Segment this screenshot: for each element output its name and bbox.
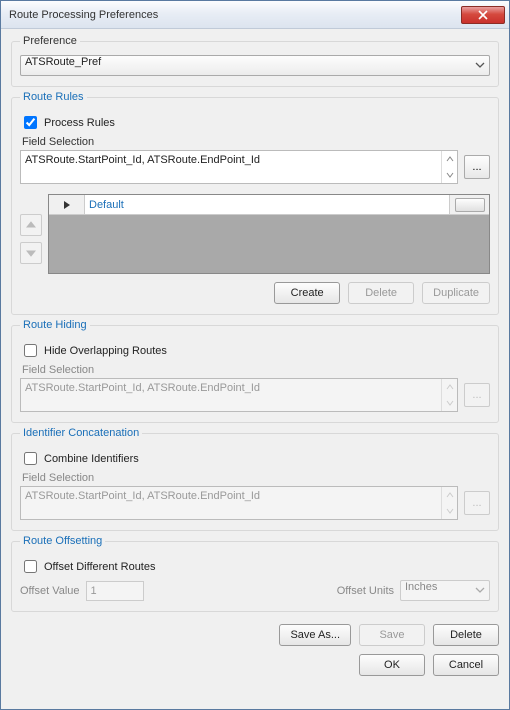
preference-legend: Preference [20, 35, 80, 47]
route-offsetting-group: Route Offsetting Offset Different Routes… [11, 535, 499, 612]
rr-field-selection-label: Field Selection [22, 136, 490, 148]
route-hiding-group: Route Hiding Hide Overlapping Routes Fie… [11, 319, 499, 423]
ic-browse-button: ... [464, 491, 490, 515]
close-icon [478, 10, 488, 20]
rr-browse-button[interactable]: ... [464, 155, 490, 179]
ellipsis-icon: ... [472, 161, 481, 173]
offset-diff-row: Offset Different Routes [20, 557, 490, 576]
ic-spin-down [442, 503, 457, 519]
rules-grid[interactable]: Default [48, 194, 490, 274]
rh-spin-down [442, 395, 457, 411]
rr-field-selection-text: ATSRoute.StartPoint_Id, ATSRoute.EndPoin… [21, 151, 441, 183]
cancel-button[interactable]: Cancel [433, 654, 499, 676]
move-up-button[interactable] [20, 214, 42, 236]
process-rules-row: Process Rules [20, 113, 490, 132]
rh-field-selection-label: Field Selection [22, 364, 490, 376]
ellipsis-icon: ... [472, 389, 481, 401]
ic-field-selection-input: ATSRoute.StartPoint_Id, ATSRoute.EndPoin… [20, 486, 458, 520]
route-offsetting-legend: Route Offsetting [20, 535, 105, 547]
rh-browse-button: ... [464, 383, 490, 407]
close-button[interactable] [461, 6, 505, 24]
rh-field-selection-input: ATSRoute.StartPoint_Id, ATSRoute.EndPoin… [20, 378, 458, 412]
rule-mini-button[interactable] [455, 198, 485, 212]
hide-overlap-checkbox[interactable] [24, 344, 37, 357]
duplicate-button[interactable]: Duplicate [422, 282, 490, 304]
combine-label: Combine Identifiers [44, 453, 139, 465]
process-rules-checkbox[interactable] [24, 116, 37, 129]
move-down-button[interactable] [20, 242, 42, 264]
table-row[interactable]: Default [49, 195, 489, 215]
route-hiding-legend: Route Hiding [20, 319, 90, 331]
rr-spin-up[interactable] [442, 151, 457, 167]
delete-rule-button[interactable]: Delete [348, 282, 414, 304]
offset-units-label: Offset Units [337, 585, 394, 597]
hide-overlap-label: Hide Overlapping Routes [44, 345, 167, 357]
save-button-row: Save As... Save Delete [11, 624, 499, 646]
offset-values-row: Offset Value Offset Units Inches [20, 580, 490, 601]
rr-button-row: Create Delete Duplicate [20, 282, 490, 304]
rh-spin-up [442, 379, 457, 395]
rr-field-selection-row: ATSRoute.StartPoint_Id, ATSRoute.EndPoin… [20, 150, 490, 184]
hide-overlap-row: Hide Overlapping Routes [20, 341, 490, 360]
preference-group: Preference ATSRoute_Pref [11, 35, 499, 87]
rr-spin [441, 151, 457, 183]
identifier-concat-group: Identifier Concatenation Combine Identif… [11, 427, 499, 531]
ic-spin-up [442, 487, 457, 503]
content-area: Preference ATSRoute_Pref Route Rules Pro… [1, 29, 509, 709]
offset-units-combo: Inches [400, 580, 490, 601]
ok-button[interactable]: OK [359, 654, 425, 676]
ic-field-selection-label: Field Selection [22, 472, 490, 484]
rr-spin-down[interactable] [442, 167, 457, 183]
ic-spin [441, 487, 457, 519]
route-rules-legend: Route Rules [20, 91, 87, 103]
identifier-concat-legend: Identifier Concatenation [20, 427, 142, 439]
rule-name-cell[interactable]: Default [85, 195, 449, 215]
preference-combo[interactable]: ATSRoute_Pref [20, 55, 490, 76]
create-button[interactable]: Create [274, 282, 340, 304]
offset-units-value: Inches [400, 580, 490, 601]
process-rules-label: Process Rules [44, 117, 115, 129]
offset-value-label: Offset Value [20, 585, 80, 597]
preference-value: ATSRoute_Pref [20, 55, 490, 76]
delete-pref-button[interactable]: Delete [433, 624, 499, 646]
rules-grid-area: Default [20, 194, 490, 274]
offset-diff-label: Offset Different Routes [44, 561, 155, 573]
offset-value-input [86, 581, 144, 601]
save-button[interactable]: Save [359, 624, 425, 646]
row-pointer-icon [63, 200, 71, 210]
dialog-button-row: OK Cancel [11, 654, 499, 676]
ellipsis-icon: ... [472, 497, 481, 509]
ic-field-selection-row: ATSRoute.StartPoint_Id, ATSRoute.EndPoin… [20, 486, 490, 520]
window-title: Route Processing Preferences [9, 9, 461, 21]
combine-checkbox[interactable] [24, 452, 37, 465]
titlebar: Route Processing Preferences [1, 1, 509, 29]
route-rules-group: Route Rules Process Rules Field Selectio… [11, 91, 499, 315]
offset-diff-checkbox[interactable] [24, 560, 37, 573]
rh-field-selection-text: ATSRoute.StartPoint_Id, ATSRoute.EndPoin… [21, 379, 441, 411]
save-as-button[interactable]: Save As... [279, 624, 351, 646]
rh-field-selection-row: ATSRoute.StartPoint_Id, ATSRoute.EndPoin… [20, 378, 490, 412]
rh-spin [441, 379, 457, 411]
dialog-window: Route Processing Preferences Preference … [0, 0, 510, 710]
ic-field-selection-text: ATSRoute.StartPoint_Id, ATSRoute.EndPoin… [21, 487, 441, 519]
rule-action-cell[interactable] [449, 195, 489, 215]
combine-row: Combine Identifiers [20, 449, 490, 468]
rr-field-selection-input[interactable]: ATSRoute.StartPoint_Id, ATSRoute.EndPoin… [20, 150, 458, 184]
row-selector[interactable] [49, 195, 85, 215]
reorder-buttons [20, 194, 42, 274]
